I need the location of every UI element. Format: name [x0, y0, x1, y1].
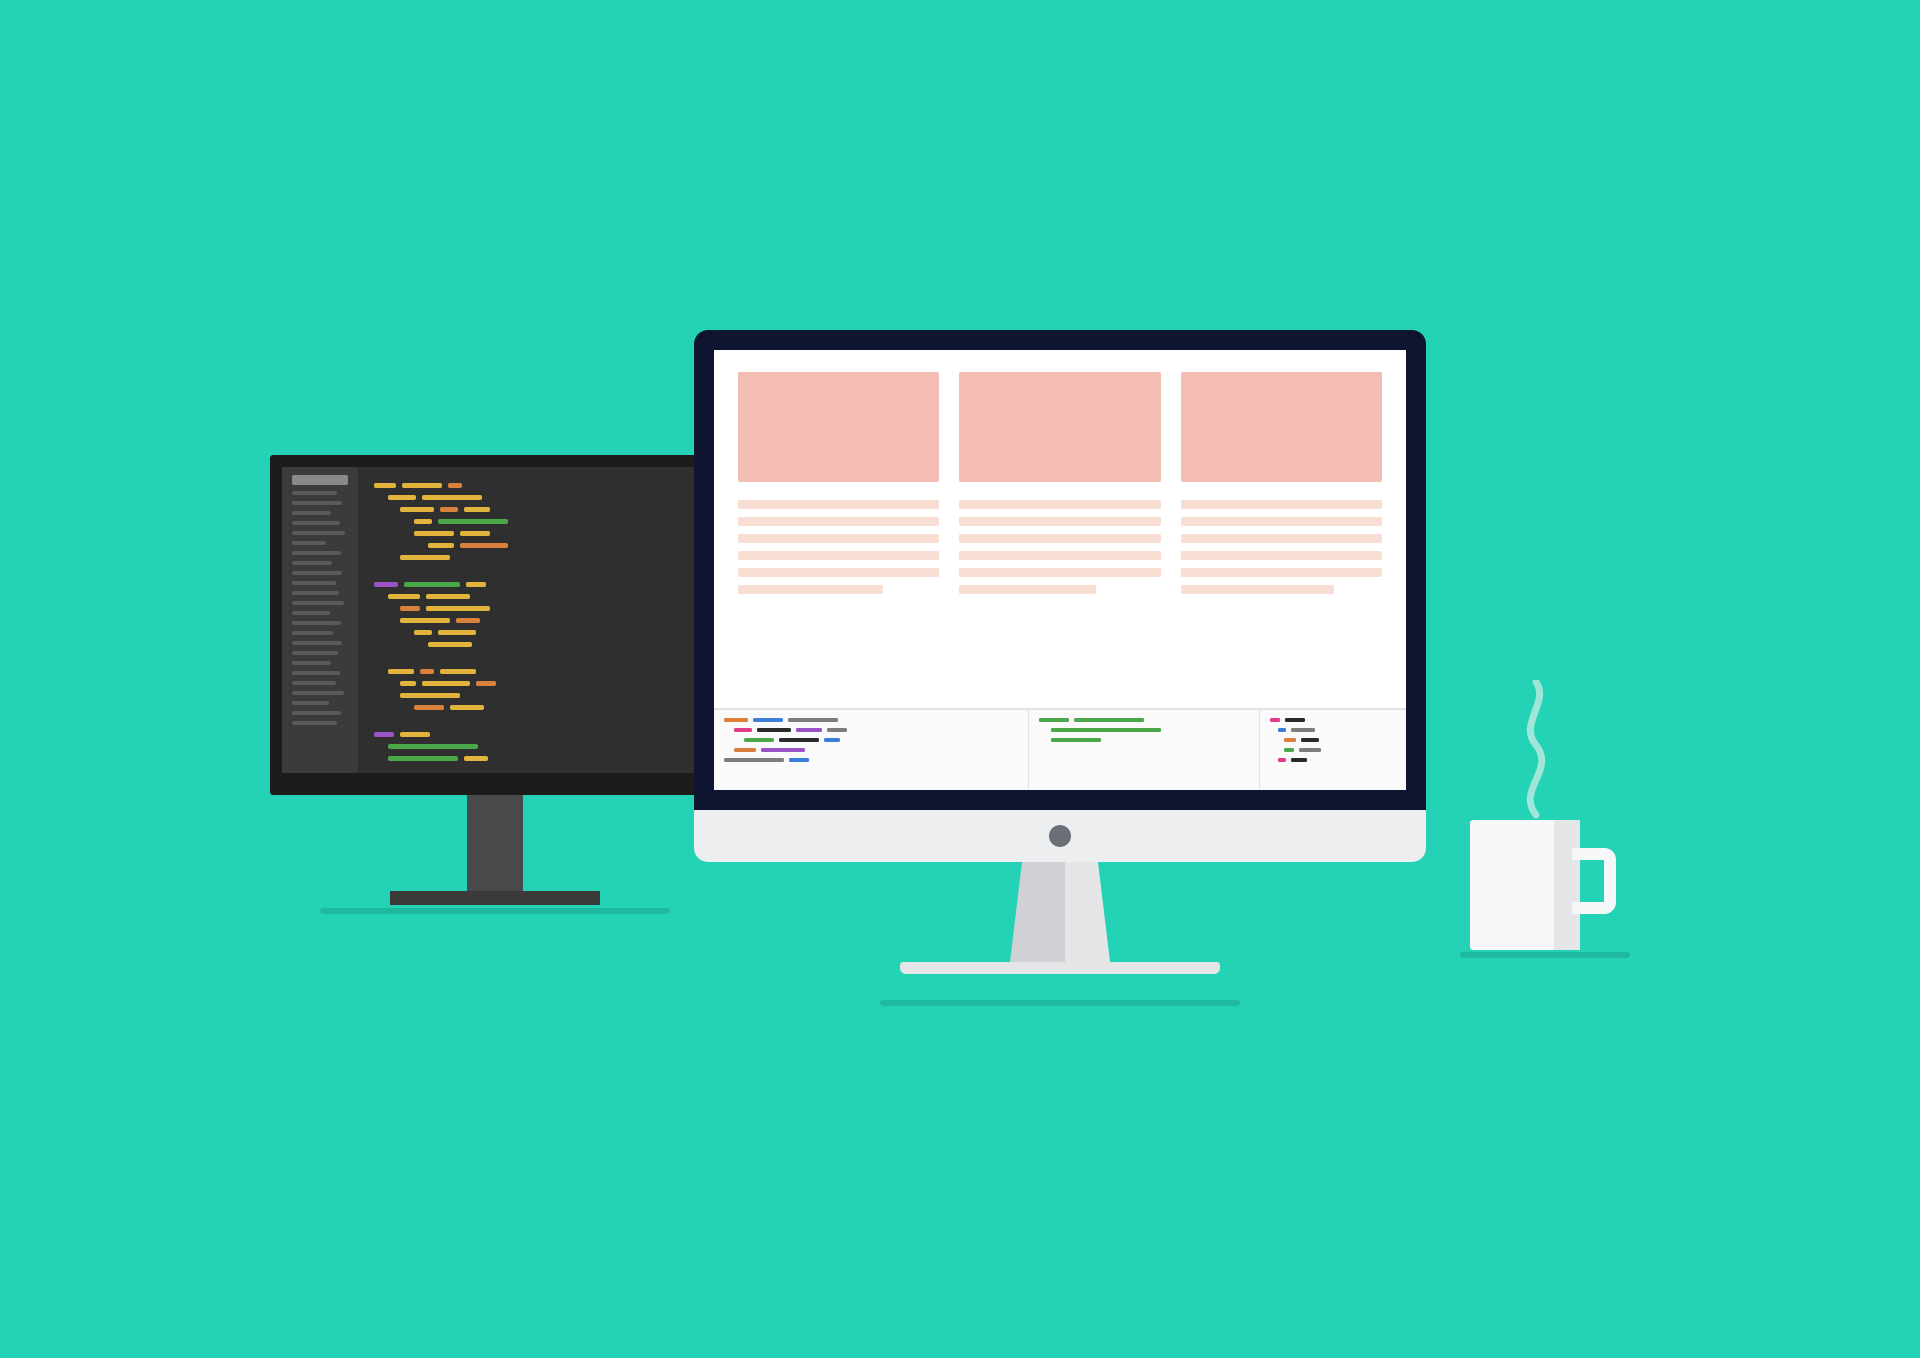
devtools-tree-pane	[1260, 710, 1406, 790]
content-card	[738, 372, 939, 482]
imac-monitor	[694, 330, 1426, 810]
content-card	[959, 372, 1160, 482]
code-editor-screen	[282, 467, 708, 773]
illustration-scene	[0, 0, 1920, 1358]
webpage-mockup	[714, 350, 1406, 708]
editor-sidebar	[282, 467, 358, 773]
sidebar-tab	[292, 475, 348, 485]
content-card	[1181, 372, 1382, 482]
imac-base	[900, 962, 1220, 974]
shadow	[320, 908, 670, 914]
monitor-neck	[467, 795, 523, 891]
text-column	[738, 500, 939, 594]
mug-handle	[1572, 848, 1616, 914]
imac-neck	[1010, 862, 1110, 962]
coffee-mug	[1470, 820, 1580, 950]
card-row	[738, 372, 1382, 482]
mug-body	[1470, 820, 1580, 950]
text-column	[959, 500, 1160, 594]
devtools-html-pane	[714, 710, 1029, 790]
monitor-base	[390, 891, 600, 905]
imac-chin	[694, 810, 1426, 862]
devtools-panel	[714, 708, 1406, 790]
imac-screen	[714, 350, 1406, 790]
imac-button-icon	[1049, 825, 1071, 847]
steam-icon	[1506, 680, 1566, 820]
code-monitor	[270, 455, 720, 795]
shadow	[1460, 952, 1630, 958]
text-row	[738, 500, 1382, 594]
text-column	[1181, 500, 1382, 594]
devtools-css-pane	[1029, 710, 1260, 790]
code-area	[358, 467, 708, 773]
shadow	[880, 1000, 1240, 1006]
